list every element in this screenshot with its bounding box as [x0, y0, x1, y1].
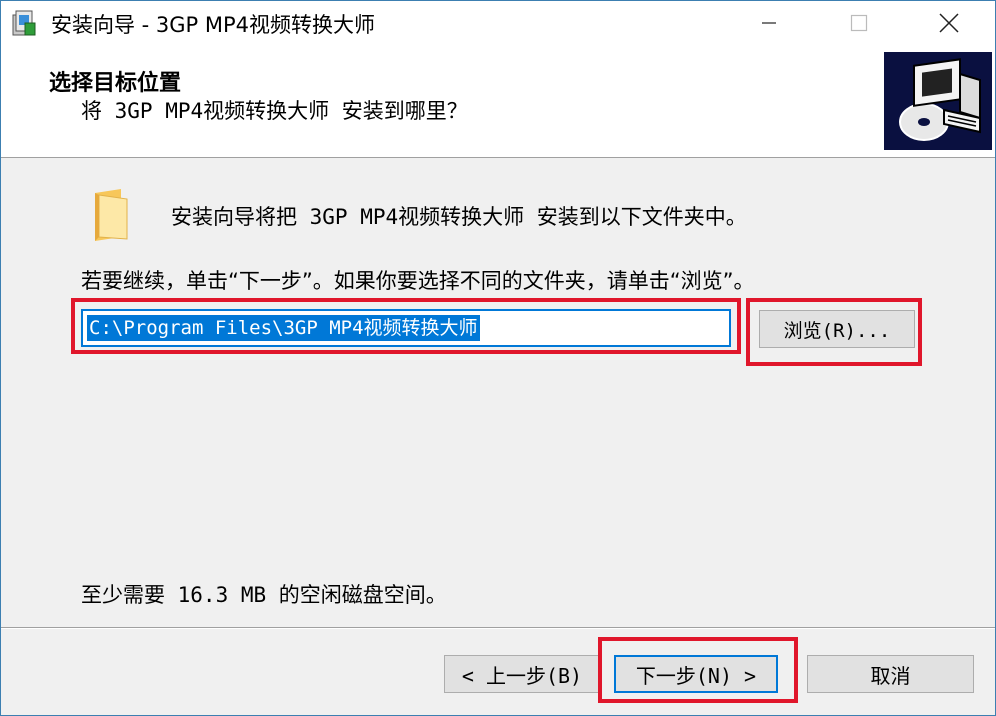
- minimize-button[interactable]: [723, 1, 815, 45]
- close-button[interactable]: [903, 1, 995, 45]
- page-title: 选择目标位置: [49, 71, 182, 96]
- browse-highlight-box: [746, 298, 922, 366]
- installer-window: 安装向导 - 3GP MP4视频转换大师 选择目标位置 将 3GP MP4视频转…: [0, 0, 996, 716]
- intro-text: 安装向导将把 3GP MP4视频转换大师 安装到以下文件夹中。: [171, 205, 747, 229]
- title-bar[interactable]: 安装向导 - 3GP MP4视频转换大师: [1, 1, 995, 45]
- cancel-button[interactable]: 取消: [807, 655, 974, 693]
- maximize-button[interactable]: [813, 1, 905, 45]
- minimize-icon: [762, 22, 776, 24]
- computer-install-icon: [884, 52, 992, 150]
- disk-space-text: 至少需要 16.3 MB 的空闲磁盘空间。: [81, 583, 447, 607]
- installer-icon: [11, 9, 37, 37]
- instruction-text: 若要继续，单击“下一步”。如果你要选择不同的文件夹，请单击“浏览”。: [81, 269, 755, 293]
- back-button[interactable]: < 上一步(B): [444, 655, 600, 693]
- wizard-header: 选择目标位置 将 3GP MP4视频转换大师 安装到哪里？: [1, 45, 995, 158]
- page-subtitle: 将 3GP MP4视频转换大师 安装到哪里？: [81, 99, 468, 123]
- window-title: 安装向导 - 3GP MP4视频转换大师: [51, 13, 376, 37]
- footer-divider: [1, 627, 995, 629]
- maximize-icon: [850, 14, 868, 32]
- path-highlight-box: [71, 298, 741, 354]
- folder-icon: [91, 187, 131, 243]
- close-icon: [939, 13, 959, 33]
- next-highlight-box: [598, 637, 798, 703]
